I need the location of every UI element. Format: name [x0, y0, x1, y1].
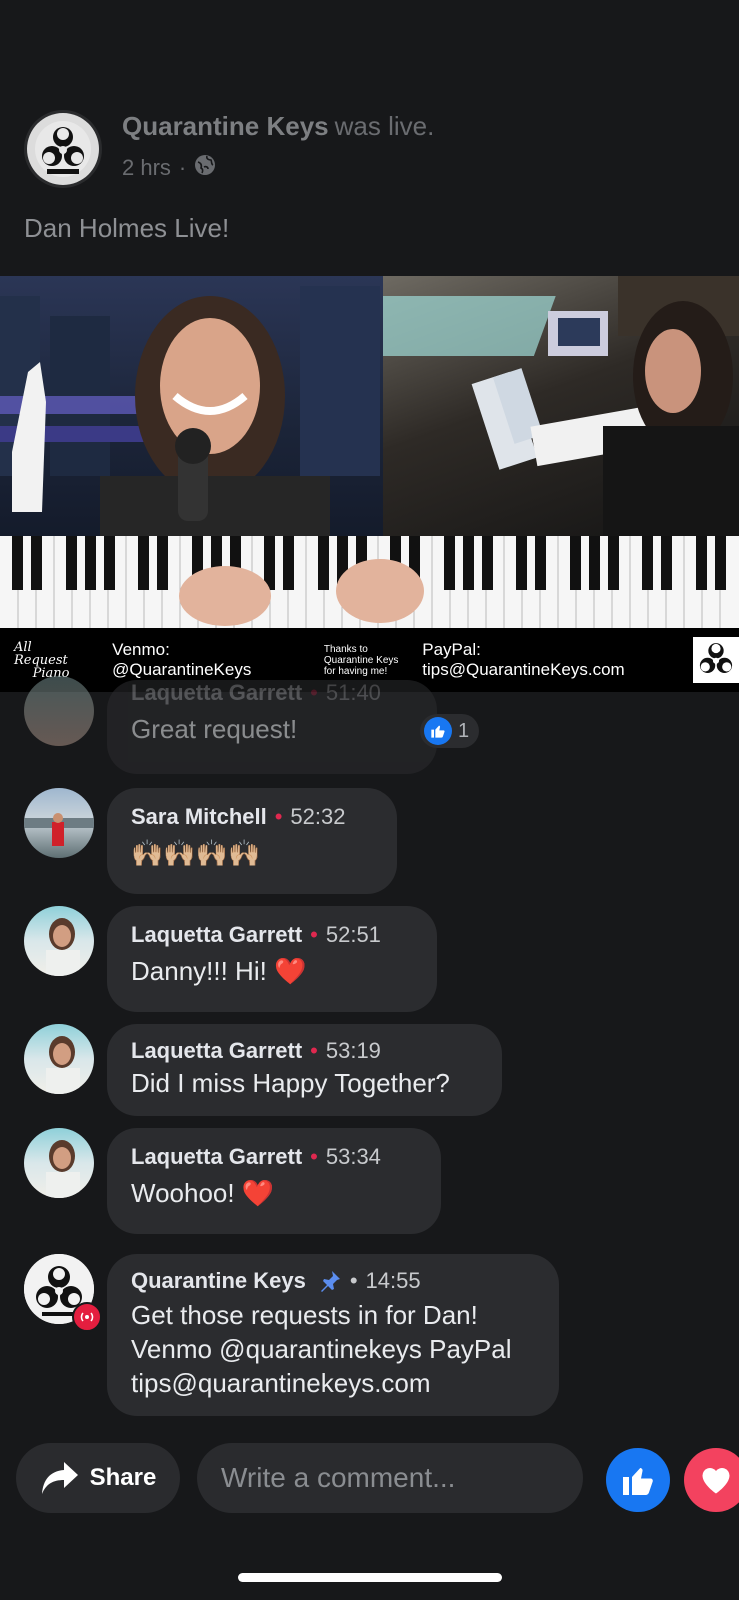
reaction-count[interactable]: 1 [420, 714, 480, 748]
comment-bubble: Laquetta Garrett • 53:34 Woohoo! ❤️ [107, 1128, 441, 1234]
comment-text: Great request! [131, 714, 298, 744]
page-commenter-avatar[interactable] [24, 1254, 102, 1332]
post-time[interactable]: 2 hrs [122, 155, 171, 181]
share-arrow-icon [40, 1460, 80, 1496]
banner-thanks: Thanks to Quarantine Keys for having me! [323, 643, 399, 677]
like-icon [623, 1468, 653, 1495]
comment-time: 53:34 [325, 1144, 381, 1169]
time-dot: • [349, 1268, 358, 1293]
time-dot: • [310, 1038, 318, 1063]
biohazard-icon [693, 637, 739, 683]
comment-input[interactable] [197, 1443, 583, 1513]
comment-author[interactable]: Laquetta Garrett [131, 680, 302, 705]
all-request-piano-logo: All Request Piano [14, 639, 70, 681]
banner-venmo: Venmo: @QuarantineKeys [112, 640, 252, 679]
video-frame-right [353, 276, 739, 536]
comment-bubble: Laquetta Garrett • 53:19 Did I miss Happy … [107, 1024, 502, 1116]
comment-text: Get those requests in for Dan! Venmo @qu… [131, 1298, 535, 1400]
comment-bubble: Quarantine Keys • 14:55 Get those reques… [107, 1254, 559, 1416]
comment-time: 14:55 [365, 1268, 421, 1293]
commenter-avatar[interactable] [24, 1024, 94, 1094]
comment-text: Danny!!! Hi! ❤️ [131, 956, 307, 986]
comment-author[interactable]: Sara Mitchell [131, 804, 267, 829]
time-dot: • [274, 804, 283, 829]
comment-header: Quarantine Keys • 14:55 [131, 1268, 535, 1294]
time-dot: • [310, 1144, 318, 1169]
commenter-avatar[interactable] [24, 676, 94, 746]
comment-text: 🙌🏼🙌🏼🙌🏼🙌🏼 [131, 838, 261, 868]
comment-time: 52:51 [325, 922, 381, 947]
comment-header: Sara Mitchell • 52:32 [131, 804, 373, 830]
comment-header: Laquetta Garrett • 51:40 [131, 680, 413, 706]
post-meta: 2 hrs · [122, 154, 216, 182]
comment-text: Did I miss Happy Together? [131, 1068, 450, 1098]
time-dot: • [310, 922, 318, 947]
comment-line: tips@quarantinekeys.com [131, 1368, 431, 1398]
comment-bubble: Sara Mitchell • 52:32 🙌🏼🙌🏼🙌🏼🙌🏼 [107, 788, 397, 894]
commenter-avatar[interactable] [24, 1128, 94, 1198]
post-text: Dan Holmes Live! [24, 213, 230, 243]
comment-bubble: Laquetta Garrett • 52:51 Danny!!! Hi! ❤️ [107, 906, 437, 1012]
comment-author[interactable]: Quarantine Keys [131, 1268, 306, 1294]
meta-separator: · [178, 155, 187, 180]
reaction-number: 1 [458, 719, 470, 742]
comment-time: 53:19 [325, 1038, 381, 1063]
share-button[interactable]: Share [16, 1443, 180, 1513]
video-frame-left [0, 276, 383, 536]
comment-bubble: Laquetta Garrett • 51:40 Great request! [107, 680, 437, 774]
comment-author[interactable]: Laquetta Garrett [131, 1144, 302, 1169]
comment-line: Get those requests in for Dan! [131, 1300, 478, 1330]
biohazard-icon [27, 113, 99, 185]
page-name-link[interactable]: Quarantine Keys [122, 111, 329, 141]
live-badge-icon [72, 1302, 102, 1332]
comment-header: Laquetta Garrett • 53:34 [131, 1144, 417, 1170]
piano-keys [0, 536, 739, 628]
pin-icon [318, 1269, 342, 1293]
home-indicator[interactable] [238, 1573, 502, 1582]
commenter-avatar[interactable] [24, 906, 94, 976]
commenter-avatar[interactable] [24, 788, 94, 858]
like-icon [424, 717, 452, 745]
globe-icon [194, 154, 216, 182]
comment-line: Venmo @quarantinekeys PayPal [131, 1334, 512, 1364]
share-label: Share [89, 1464, 157, 1491]
post-author: Quarantine Keys was live. [122, 111, 434, 142]
comment-header: Laquetta Garrett • 52:51 [131, 922, 413, 948]
banner-paypal: PayPal: tips@QuarantineKeys.com [422, 640, 625, 679]
comment-header: Laquetta Garrett • 53:19 [131, 1038, 478, 1064]
comment-author[interactable]: Laquetta Garrett [131, 1038, 302, 1063]
live-video[interactable]: All Request Piano Venmo: @QuarantineKeys … [0, 276, 739, 692]
comment-time: 52:32 [290, 804, 346, 829]
time-dot: • [310, 680, 318, 705]
love-button[interactable] [684, 1448, 739, 1512]
comment-author[interactable]: Laquetta Garrett [131, 922, 302, 947]
comment-time: 51:40 [325, 680, 381, 705]
comment-text: Woohoo! ❤️ [131, 1178, 275, 1208]
live-status: was live. [334, 111, 435, 141]
love-icon [702, 1468, 730, 1494]
page-avatar[interactable] [24, 110, 102, 188]
like-button[interactable] [606, 1448, 670, 1512]
